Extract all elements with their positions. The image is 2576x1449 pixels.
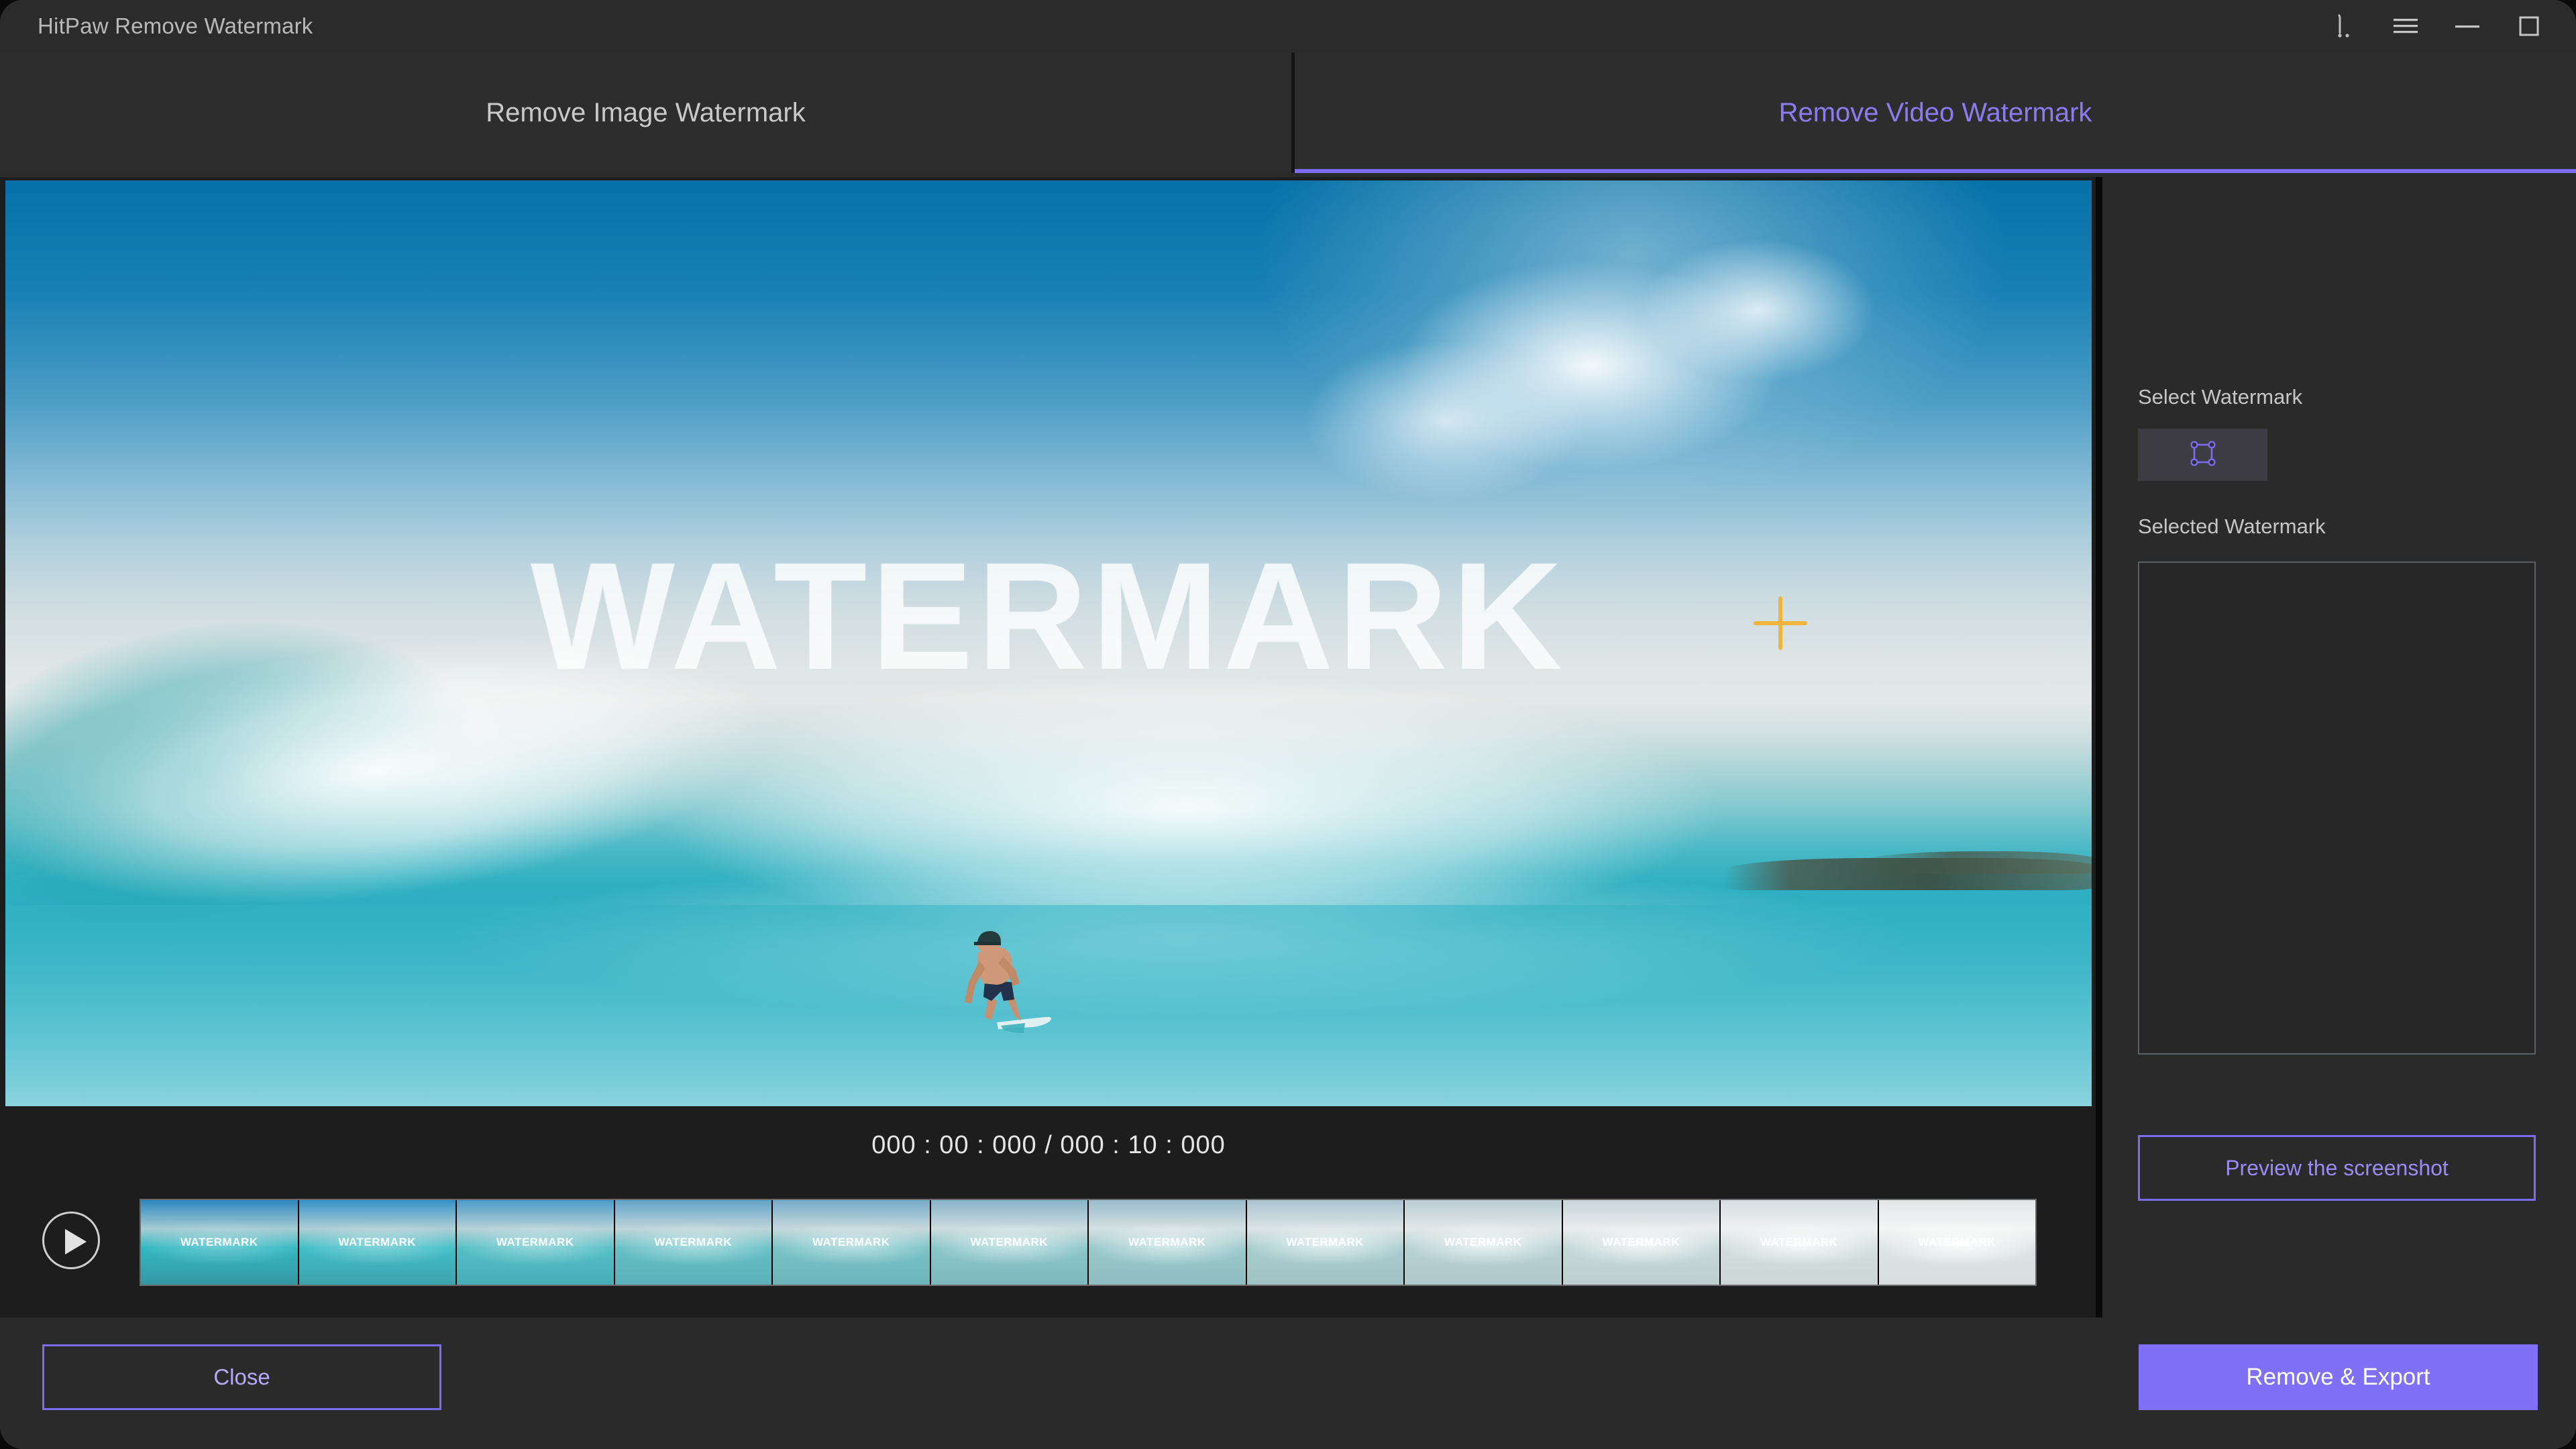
selection-box-icon <box>2189 439 2217 471</box>
crosshair-cursor <box>1754 596 1807 650</box>
filmstrip-thumbnail-watermark: WATERMARK <box>1760 1236 1838 1248</box>
wave-foam-wash <box>274 838 2085 1039</box>
filmstrip-thumbnail[interactable]: WATERMARK <box>1405 1200 1563 1285</box>
selected-watermark-list[interactable] <box>2138 561 2536 1055</box>
wave-crest-left <box>5 549 947 979</box>
filmstrip-thumbnail-watermark: WATERMARK <box>812 1236 890 1248</box>
maximize-icon[interactable] <box>2498 0 2560 52</box>
tab-active-indicator <box>1295 169 2576 173</box>
tab-bar: Remove Image Watermark Remove Video Wate… <box>0 52 2576 173</box>
filmstrip-thumbnail[interactable]: WATERMARK <box>614 1200 773 1285</box>
video-frame[interactable]: WATERMARK <box>5 180 2092 1106</box>
app-window: HitPaw Remove Watermark Remove Image Wat… <box>0 0 2576 1449</box>
sidebar: Select Watermark Selected Watermark Prev… <box>2102 177 2576 1318</box>
filmstrip-thumbnail[interactable]: WATERMARK <box>457 1200 615 1285</box>
filmstrip-thumbnail[interactable]: WATERMARK <box>1089 1200 1247 1285</box>
editor-pane: WATERMARK 000 : 00 : 000 / 000 : 10 : 00… <box>0 177 2096 1318</box>
filmstrip-thumbnail-watermark: WATERMARK <box>1128 1236 1206 1248</box>
surfer-figure <box>965 930 1051 1033</box>
pin-icon[interactable] <box>2313 0 2375 52</box>
water-surface <box>5 905 2092 1106</box>
filmstrip-thumbnail[interactable]: WATERMARK <box>1562 1200 1721 1285</box>
close-button[interactable]: Close <box>42 1344 441 1410</box>
crosshair-vertical <box>1778 596 1782 650</box>
shoreline <box>1723 858 2092 890</box>
filmstrip-thumbnail-watermark: WATERMARK <box>1918 1236 1996 1248</box>
filmstrip-thumbnail-watermark: WATERMARK <box>1286 1236 1364 1248</box>
minimize-icon[interactable] <box>2436 0 2498 52</box>
hamburger-menu-icon[interactable] <box>2375 0 2436 52</box>
filmstrip-thumbnail-watermark: WATERMARK <box>654 1236 733 1248</box>
filmstrip-thumbnail-watermark: WATERMARK <box>338 1236 417 1248</box>
sidebar-divider <box>2096 177 2102 1318</box>
remove-export-button[interactable]: Remove & Export <box>2139 1344 2538 1410</box>
titlebar[interactable]: HitPaw Remove Watermark <box>0 0 2576 52</box>
preview-screenshot-button[interactable]: Preview the screenshot <box>2138 1135 2536 1201</box>
filmstrip-thumbnail[interactable]: WATERMARK <box>1721 1200 1879 1285</box>
filmstrip-thumbnail-watermark: WATERMARK <box>1444 1236 1522 1248</box>
wave-foam-mid <box>515 650 1857 999</box>
video-preview-stage[interactable]: WATERMARK <box>5 180 2092 1106</box>
selection-box-tool-button[interactable] <box>2138 429 2267 481</box>
main-area: WATERMARK 000 : 00 : 000 / 000 : 10 : 00… <box>0 177 2576 1318</box>
play-icon <box>65 1229 87 1254</box>
filmstrip-thumbnail-watermark: WATERMARK <box>496 1236 574 1248</box>
tab-remove-image-watermark[interactable]: Remove Image Watermark <box>0 52 1291 173</box>
filmstrip-thumbnail[interactable]: WATERMARK <box>1246 1200 1405 1285</box>
shoreline-far <box>1857 851 2092 874</box>
titlebar-controls <box>2313 0 2560 52</box>
footer: Close Remove & Export <box>0 1318 2576 1449</box>
filmstrip-thumbnail[interactable]: WATERMARK <box>773 1200 931 1285</box>
filmstrip-thumbnail[interactable]: WATERMARK <box>299 1200 457 1285</box>
play-button[interactable] <box>42 1212 100 1269</box>
selected-watermark-label: Selected Watermark <box>2138 515 2326 538</box>
timeline-filmstrip[interactable]: WATERMARK WATERMARK WATERMARK WATERMARK WATE… <box>140 1199 2037 1286</box>
filmstrip-thumbnail[interactable]: WATERMARK <box>1878 1200 2035 1285</box>
timecode-display: 000 : 00 : 000 / 000 : 10 : 000 <box>871 1130 1226 1159</box>
filmstrip-thumbnail-watermark: WATERMARK <box>970 1236 1049 1248</box>
select-watermark-label: Select Watermark <box>2138 385 2303 409</box>
wave-teal-left <box>5 500 659 961</box>
window-title: HitPaw Remove Watermark <box>38 13 313 38</box>
filmstrip-thumbnail-watermark: WATERMARK <box>180 1236 258 1248</box>
filmstrip-thumbnail-watermark: WATERMARK <box>1602 1236 1680 1248</box>
filmstrip-thumbnail[interactable]: WATERMARK <box>930 1200 1089 1285</box>
timeline-row: WATERMARK WATERMARK WATERMARK WATERMARK WATE… <box>0 1183 2096 1297</box>
tab-remove-video-watermark[interactable]: Remove Video Watermark <box>1295 52 2576 173</box>
filmstrip-thumbnail[interactable]: WATERMARK <box>141 1200 299 1285</box>
